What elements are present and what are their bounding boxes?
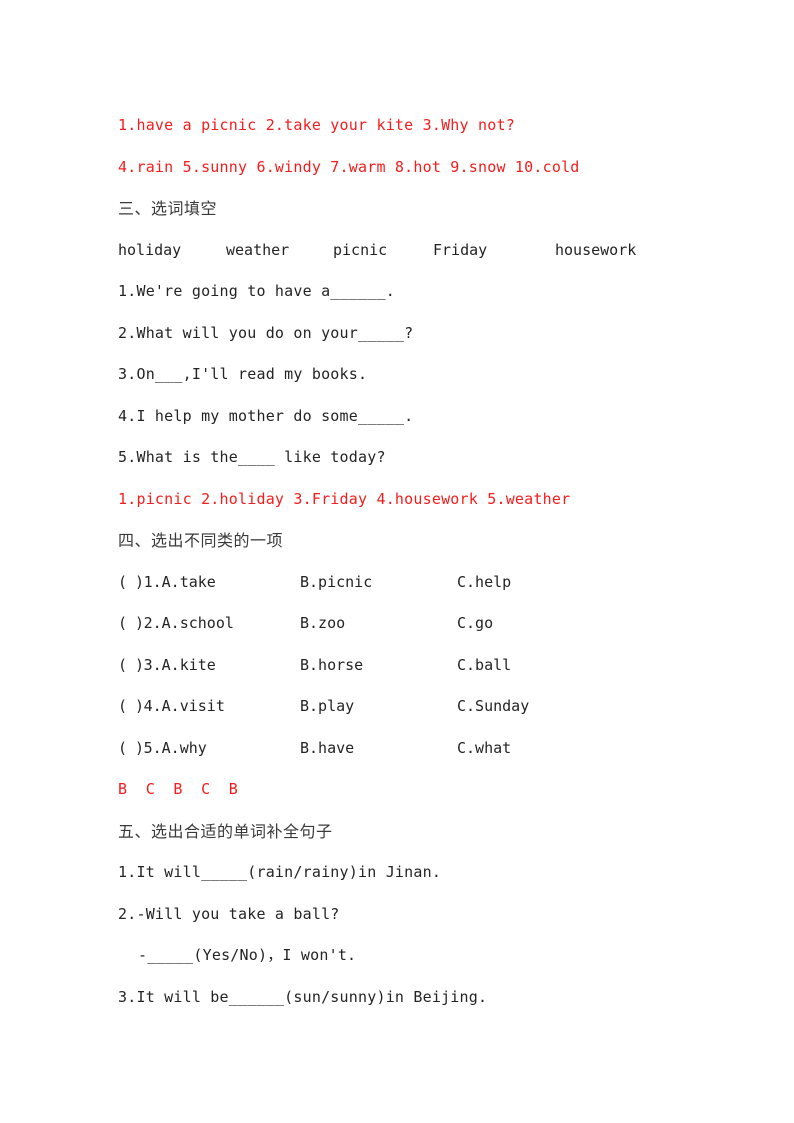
- section-five-question: 2.-Will you take a ball?: [118, 904, 340, 923]
- answer-bracket[interactable]: ( ): [118, 614, 144, 632]
- mc-option-b[interactable]: B.picnic: [300, 562, 457, 604]
- answer-bracket[interactable]: ( ): [118, 739, 144, 757]
- mc-option-a: ( )5.A.why: [118, 728, 300, 770]
- word-bank-item: picnic: [333, 240, 388, 259]
- mc-option-c[interactable]: C.help: [457, 562, 511, 604]
- mc-number: 3.: [143, 655, 162, 674]
- section-three-question: 1.We're going to have a______.: [118, 282, 395, 300]
- answer-line-previous-1: 1.have a picnic 2.take your kite 3.Why n…: [118, 116, 515, 134]
- mc-option-a-text[interactable]: A.visit: [162, 697, 225, 715]
- section-five-question: 1.It will_____(rain/rainy)in Jinan.: [118, 863, 442, 881]
- section-three-question: 2.What will you do on your_____?: [118, 323, 414, 342]
- worksheet-content: 1.have a picnic 2.take your kite 3.Why n…: [118, 105, 678, 1018]
- multiple-choice-row: ( )1.A.take B.picnic C.help: [118, 562, 678, 604]
- mc-number: 1.: [143, 572, 162, 591]
- section-four-answer-key: B C B C B: [118, 780, 238, 798]
- mc-option-a: ( )3.A.kite: [118, 645, 300, 687]
- mc-option-a-text[interactable]: A.kite: [162, 656, 216, 674]
- mc-option-b[interactable]: B.have: [300, 728, 457, 770]
- multiple-choice-row: ( )4.A.visit B.play C.Sunday: [118, 686, 678, 728]
- section-three-heading: 三、选词填空: [118, 199, 218, 218]
- mc-number: 5.: [143, 738, 162, 757]
- section-four-heading: 四、选出不同类的一项: [118, 531, 284, 550]
- mc-option-a: ( )4.A.visit: [118, 686, 300, 728]
- answer-bracket[interactable]: ( ): [118, 573, 144, 591]
- mc-option-b[interactable]: B.zoo: [300, 603, 457, 645]
- section-five-heading: 五、选出合适的单词补全句子: [118, 821, 333, 841]
- word-bank-item: weather: [226, 240, 290, 259]
- mc-option-c[interactable]: C.go: [457, 603, 493, 645]
- multiple-choice-row: ( )5.A.why B.have C.what: [118, 728, 678, 770]
- section-five-question: 3.It will be______(sun/sunny)in Beijing.: [118, 987, 488, 1006]
- multiple-choice-row: ( )3.A.kite B.horse C.ball: [118, 645, 678, 687]
- section-three-answer-key: 1.picnic 2.holiday 3.Friday 4.housework …: [118, 489, 571, 508]
- mc-option-c[interactable]: C.Sunday: [457, 686, 529, 728]
- section-three-word-bank: holiday weather picnic Friday housework: [118, 230, 678, 272]
- mc-number: 2.: [143, 614, 162, 632]
- mc-option-b[interactable]: B.play: [300, 686, 457, 728]
- word-bank-item: housework: [555, 240, 637, 259]
- worksheet-page: 1.have a picnic 2.take your kite 3.Why n…: [0, 0, 794, 1123]
- section-three-question: 3.On___,I'll read my books.: [118, 365, 368, 383]
- multiple-choice-row: ( )2.A.school B.zoo C.go: [118, 603, 678, 645]
- section-three-question: 5.What is the____ like today?: [118, 448, 386, 466]
- section-five-question-continuation: -_____(Yes/No)，I won't.: [138, 946, 357, 964]
- mc-option-a-text[interactable]: A.take: [162, 573, 216, 591]
- answer-bracket[interactable]: ( ): [118, 697, 144, 715]
- mc-option-b[interactable]: B.horse: [300, 645, 457, 687]
- word-bank-item: holiday: [118, 240, 182, 259]
- answer-bracket[interactable]: ( ): [118, 656, 144, 674]
- word-bank-item: Friday: [433, 240, 488, 259]
- mc-option-c[interactable]: C.ball: [457, 645, 511, 687]
- mc-option-a-text[interactable]: A.school: [162, 614, 234, 632]
- answer-line-previous-2: 4.rain 5.sunny 6.windy 7.warm 8.hot 9.sn…: [118, 157, 580, 176]
- mc-option-a: ( )1.A.take: [118, 562, 300, 604]
- mc-option-a-text[interactable]: A.why: [162, 739, 207, 757]
- mc-number: 4.: [143, 697, 162, 715]
- mc-option-c[interactable]: C.what: [457, 728, 511, 770]
- section-three-question: 4.I help my mother do some_____.: [118, 406, 414, 425]
- mc-option-a: ( )2.A.school: [118, 603, 300, 645]
